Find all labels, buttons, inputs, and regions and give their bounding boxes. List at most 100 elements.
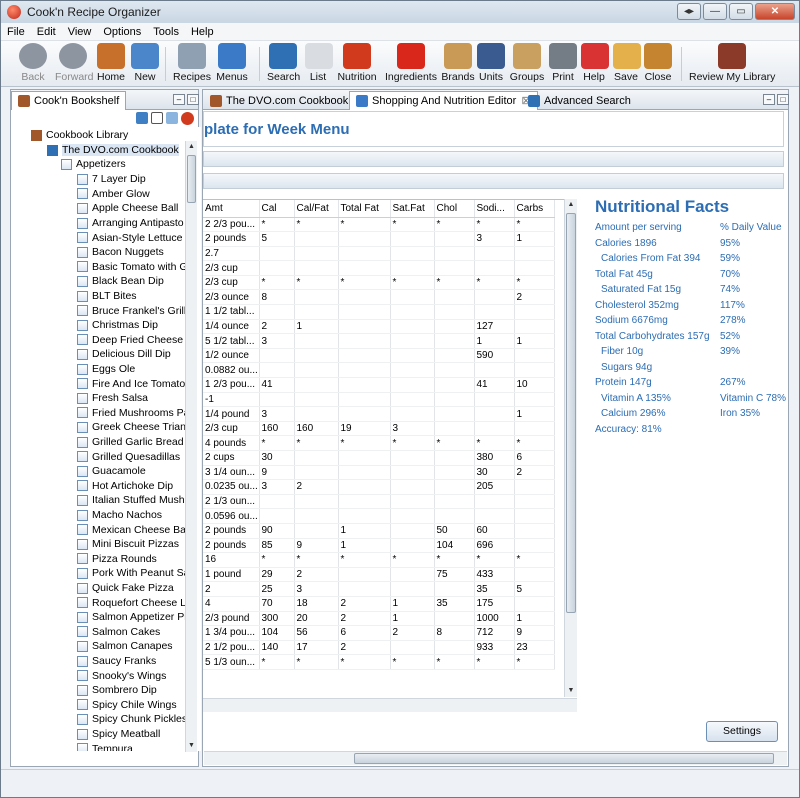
table-row[interactable]: 1 pound 29 2 75 433: [203, 567, 555, 583]
table-row[interactable]: 2 1/3 oun...: [203, 494, 555, 510]
toolbar-menus-button[interactable]: Menus: [215, 43, 249, 85]
tree-recipe-item[interactable]: Black Bean Dip: [77, 274, 164, 289]
tree-recipe-item[interactable]: 7 Layer Dip: [77, 172, 146, 187]
table-row[interactable]: 5 1/3 oun... * * * * * * *: [203, 654, 555, 670]
table-row[interactable]: 2 cups 30 380 6: [203, 450, 555, 466]
table-row[interactable]: 2 pounds 5 3 1: [203, 231, 555, 247]
table-scrollbar[interactable]: ▲ ▼: [564, 199, 577, 697]
tree-chapter[interactable]: Appetizers: [61, 157, 126, 172]
editor-hscroll-thumb[interactable]: [354, 753, 774, 764]
tree-recipe-item[interactable]: Hot Artichoke Dip: [77, 479, 173, 494]
toolbar-home-button[interactable]: Home: [95, 43, 127, 85]
tree-recipe-item[interactable]: Mexican Cheese Ball: [77, 522, 191, 537]
section-bar-1[interactable]: [203, 151, 784, 167]
table-row[interactable]: 0.0235 ou... 3 2 205: [203, 479, 555, 495]
properties-icon[interactable]: [166, 112, 178, 124]
menu-edit[interactable]: Edit: [31, 26, 62, 38]
maximize-button[interactable]: ▭: [729, 3, 753, 20]
section-bar-2[interactable]: [203, 173, 784, 189]
editor-hscrollbar[interactable]: [204, 751, 787, 765]
tree-recipe-item[interactable]: Salmon Canapes: [77, 639, 173, 654]
tree-recipe-item[interactable]: Pork With Peanut Sau: [77, 566, 195, 581]
maximize-panel-button[interactable]: □: [187, 94, 199, 105]
remove-icon[interactable]: [151, 112, 163, 124]
toolbar-forward-button[interactable]: Forward: [55, 43, 94, 85]
toolbar-search-button[interactable]: Search: [267, 43, 300, 85]
column-header[interactable]: Total Fat: [338, 200, 391, 218]
column-header[interactable]: Cal/Fat: [294, 200, 339, 218]
column-header[interactable]: Amt: [203, 200, 260, 218]
tree-recipe-item[interactable]: Tempura: [77, 741, 133, 751]
toolbar-brands-button[interactable]: Brands: [441, 43, 475, 85]
column-header[interactable]: Sat.Fat: [390, 200, 435, 218]
tree-recipe-item[interactable]: Asian-Style Lettuce W: [77, 230, 195, 245]
tree-recipe-item[interactable]: Salmon Cakes: [77, 625, 160, 640]
tree-recipe-item[interactable]: Christmas Dip: [77, 318, 158, 333]
tree-recipe-item[interactable]: Grilled Garlic Bread F: [77, 435, 193, 450]
tab-advanced-search[interactable]: Advanced Search: [521, 91, 638, 110]
table-row[interactable]: 2 25 3 35 5: [203, 581, 555, 597]
tree-recipe-item[interactable]: Arranging Antipasto: [77, 216, 184, 231]
menu-tools[interactable]: Tools: [147, 26, 185, 38]
tree-recipe-item[interactable]: Amber Glow: [77, 187, 150, 202]
toolbar-recipes-button[interactable]: Recipes: [173, 43, 211, 85]
tree-recipe-item[interactable]: Bacon Nuggets: [77, 245, 164, 260]
column-header[interactable]: Sodi...: [474, 200, 515, 218]
tree-recipe-item[interactable]: Bruce Frankel's Grille: [77, 303, 192, 318]
toolbar-ingredients-button[interactable]: Ingredients: [385, 43, 437, 85]
table-row[interactable]: 2/3 cup * * * * * * *: [203, 275, 555, 291]
title-bar[interactable]: Cook'n Recipe Organizer ◂▸ — ▭ ✕: [1, 1, 799, 23]
table-row[interactable]: 1/4 ounce 2 1 127: [203, 319, 555, 335]
tree-recipe-item[interactable]: Grilled Quesadillas: [77, 449, 180, 464]
tree-recipe-item[interactable]: Greek Cheese Triangl: [77, 420, 194, 435]
tree-recipe-item[interactable]: Roquefort Cheese Lo: [77, 595, 192, 610]
table-row[interactable]: 0.0882 ou...: [203, 362, 555, 379]
toolbar-save-button[interactable]: Save: [613, 43, 641, 85]
toolbar-review-my-library-button[interactable]: Review My Library: [689, 43, 775, 85]
menu-options[interactable]: Options: [97, 26, 147, 38]
table-row[interactable]: 2/3 cup 160 160 19 3: [203, 421, 555, 437]
tree-recipe-item[interactable]: Apple Cheese Ball: [77, 201, 178, 216]
delete-icon[interactable]: [181, 112, 194, 125]
table-row[interactable]: 16 * * * * * * *: [203, 552, 555, 568]
tree-recipe-item[interactable]: Delicious Dill Dip: [77, 347, 171, 362]
tree-library[interactable]: Cookbook Library: [31, 128, 128, 143]
menu-help[interactable]: Help: [185, 26, 220, 38]
tree-recipe-item[interactable]: Guacamole: [77, 464, 146, 479]
tree-recipe-item[interactable]: Spicy Meatball: [77, 727, 160, 742]
tree-recipe-item[interactable]: Spicy Chunk Pickles: [77, 712, 187, 727]
toolbar-nutrition-button[interactable]: Nutrition: [335, 43, 379, 85]
table-row[interactable]: 2/3 ounce 8 2: [203, 289, 555, 306]
table-row[interactable]: 1 1/2 tabl...: [203, 304, 555, 320]
minimize-button[interactable]: —: [703, 3, 727, 20]
table-scroll-thumb[interactable]: [566, 213, 576, 613]
menu-file[interactable]: File: [1, 26, 31, 38]
tree-recipe-item[interactable]: Mini Biscuit Pizzas: [77, 537, 179, 552]
tree-recipe-item[interactable]: Pizza Rounds: [77, 552, 157, 567]
table-row[interactable]: 4 70 18 2 1 35 175: [203, 596, 555, 612]
tree-recipe-item[interactable]: Salmon Appetizer Pie: [77, 610, 192, 625]
bookshelf-scrollbar[interactable]: ▲ ▼: [185, 141, 197, 752]
toolbar-list-button[interactable]: List: [305, 43, 333, 85]
tree-recipe-item[interactable]: Fire And Ice Tomatoe: [77, 376, 191, 391]
tree-recipe-item[interactable]: Fried Mushrooms Pa: [77, 406, 189, 421]
add-icon[interactable]: [136, 112, 148, 124]
scroll-thumb[interactable]: [187, 155, 196, 203]
tree-recipe-item[interactable]: Snooky's Wings: [77, 668, 166, 683]
table-row[interactable]: 5 1/2 tabl... 3 1 1: [203, 333, 555, 349]
tree-recipe-item[interactable]: Italian Stuffed Mushr: [77, 493, 188, 508]
column-header[interactable]: Cal: [259, 200, 295, 218]
settings-button[interactable]: Settings: [706, 721, 778, 742]
toolbar-help-button[interactable]: Help: [581, 43, 609, 85]
tree-recipe-item[interactable]: Eggs Ole: [77, 362, 135, 377]
table-row[interactable]: 2 2/3 pou... * * * * * * *: [203, 217, 555, 233]
tree-recipe-item[interactable]: Saucy Franks: [77, 654, 156, 669]
tree-recipe-item[interactable]: Fresh Salsa: [77, 391, 148, 406]
tree-recipe-item[interactable]: Basic Tomato with G: [77, 260, 188, 275]
menu-view[interactable]: View: [62, 26, 98, 38]
table-row[interactable]: 1 2/3 pou... 41 41 10: [203, 377, 555, 393]
table-row[interactable]: 3 1/4 oun... 9 30 2: [203, 465, 555, 481]
tab-the-dvo-com-cookbook[interactable]: The DVO.com Cookbook: [203, 91, 355, 110]
table-row[interactable]: 2 1/2 pou... 140 17 2 933 23: [203, 640, 555, 656]
table-hscrollbar[interactable]: [203, 698, 577, 712]
